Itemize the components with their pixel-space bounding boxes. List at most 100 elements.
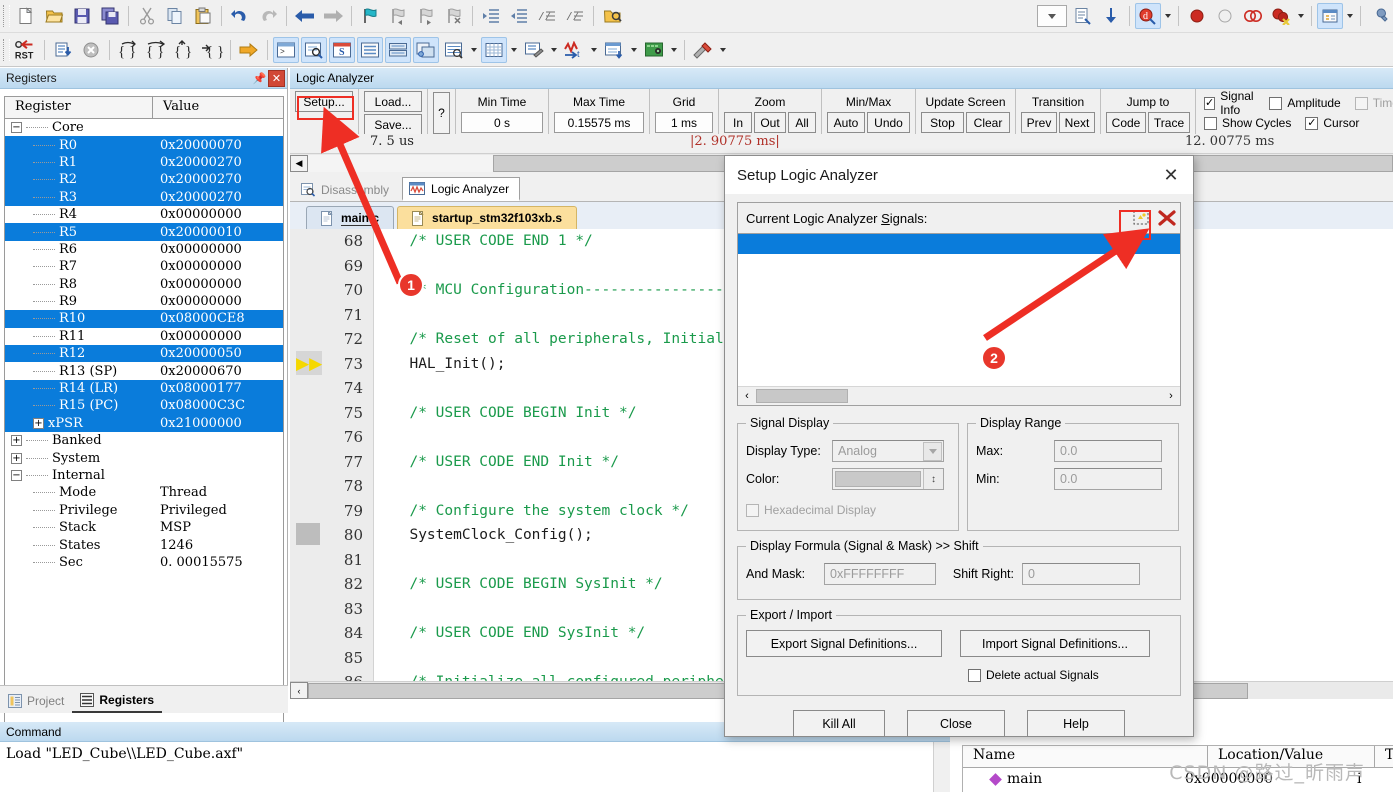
register-row[interactable]: R10 0x08000CE8 [5, 310, 283, 328]
expander-icon[interactable]: + [11, 452, 22, 464]
max-time-value[interactable]: 0.15575 ms [554, 112, 644, 133]
kill-all-button[interactable]: Kill All [793, 710, 885, 737]
toolbar-grip[interactable] [3, 38, 10, 61]
register-row[interactable]: R12 0x20000050 [5, 345, 283, 363]
internal-row[interactable]: Privilege Privileged [5, 502, 283, 519]
scroll-left-icon[interactable]: ◀ [290, 154, 308, 172]
expander-icon[interactable]: + [33, 417, 44, 429]
zoom-out-button[interactable]: Out [754, 112, 786, 133]
watch-window-icon[interactable] [413, 36, 439, 63]
color-picker[interactable]: ↕ [832, 468, 944, 490]
indent-icon[interactable] [478, 3, 504, 29]
open-file-icon[interactable] [41, 3, 67, 29]
color-spin-icon[interactable]: ↕ [923, 469, 943, 489]
paste-icon[interactable] [190, 3, 216, 29]
register-row[interactable]: R2 0x20000270 [5, 171, 283, 189]
bookmark-next-icon[interactable] [413, 3, 439, 29]
register-row[interactable]: + xPSR 0x21000000 [5, 414, 283, 433]
signal-info-checkbox-box[interactable]: ✓ [1204, 96, 1216, 110]
peripherals-dropdown-icon[interactable] [668, 37, 680, 63]
redo-icon[interactable] [255, 3, 281, 29]
file-tab-main-c[interactable]: main.c [306, 206, 395, 229]
run-to-cursor-icon[interactable]: { } [199, 37, 225, 63]
delete-actual-signals-checkbox-box[interactable] [968, 668, 981, 682]
new-file-icon[interactable] [13, 3, 39, 29]
expander-icon[interactable]: − [11, 122, 22, 134]
jump-code-button[interactable]: Code [1106, 112, 1146, 133]
register-row[interactable]: R15 (PC) 0x08000C3C [5, 397, 283, 415]
signals-list[interactable]: ‹ › [737, 234, 1181, 406]
register-row[interactable]: R7 0x00000000 [5, 258, 283, 275]
system-viewer-dropdown-icon[interactable] [628, 37, 640, 63]
registers-group[interactable]: + Banked [5, 432, 283, 449]
pin-icon[interactable]: 📌 [251, 70, 268, 87]
disable-breakpoint-icon[interactable] [1212, 3, 1238, 29]
serial-dropdown-icon[interactable] [508, 37, 520, 63]
minmax-auto-button[interactable]: Auto [827, 112, 865, 133]
register-row[interactable]: R8 0x00000000 [5, 276, 283, 293]
save-icon[interactable] [69, 3, 95, 29]
internal-row[interactable]: Mode Thread [5, 484, 283, 501]
expander-icon[interactable]: + [11, 435, 22, 447]
register-row[interactable]: R11 0x00000000 [5, 328, 283, 345]
signals-list-selected-row[interactable] [738, 234, 1180, 254]
trace-icon[interactable]: t [561, 37, 587, 63]
register-row[interactable]: R9 0x00000000 [5, 293, 283, 310]
signal-info-checkbox[interactable]: ✓ Signal Info [1204, 89, 1255, 117]
expander-icon[interactable]: − [11, 470, 22, 481]
transition-prev-button[interactable]: Prev [1021, 112, 1057, 133]
find-icon[interactable] [1070, 3, 1096, 29]
max-input[interactable]: 0.0 [1054, 440, 1162, 462]
copy-icon[interactable] [162, 3, 188, 29]
register-row[interactable]: R5 0x20000010 [5, 223, 283, 241]
grid-value[interactable]: 1 ms [655, 112, 713, 133]
configuration-wizard-icon[interactable] [1366, 3, 1392, 29]
shift-right-input[interactable]: 0 [1022, 563, 1140, 585]
comment-icon[interactable]: // [534, 3, 560, 29]
uncomment-icon[interactable]: // [562, 3, 588, 29]
amplitude-checkbox-box[interactable] [1269, 96, 1283, 110]
register-row[interactable]: R6 0x00000000 [5, 241, 283, 258]
chevron-down-icon[interactable] [923, 442, 942, 461]
debug-session-dropdown-icon[interactable] [1162, 3, 1174, 29]
debug-session-icon[interactable]: d [1135, 3, 1161, 29]
disable-all-breakpoints-icon[interactable] [1240, 3, 1266, 29]
run-icon[interactable] [50, 37, 76, 63]
registers-group-core[interactable]: − Core [5, 119, 283, 136]
cut-icon[interactable] [134, 3, 160, 29]
step-out-icon[interactable]: { } [171, 37, 197, 63]
registers-tree[interactable]: Register Value − Core R0 0x20000070 R1 0x2000… [4, 96, 284, 744]
editor-gutter[interactable]: ▶▶ 6869707172737475767778798081828384858… [290, 229, 374, 699]
amplitude-checkbox[interactable]: Amplitude [1269, 93, 1341, 113]
analysis-window-icon[interactable] [521, 37, 547, 63]
analysis-dropdown-icon[interactable] [548, 37, 560, 63]
registers-group[interactable]: + System [5, 449, 283, 466]
tools-icon[interactable] [690, 37, 716, 63]
register-row[interactable]: R14 (LR) 0x08000177 [5, 379, 283, 398]
bookmark-prev-icon[interactable] [385, 3, 411, 29]
registers-window-icon[interactable] [357, 36, 383, 63]
import-signal-definitions-button[interactable]: Import Signal Definitions... [960, 630, 1150, 657]
help-button[interactable]: Help [1027, 710, 1125, 737]
memory-window-icon[interactable] [441, 37, 467, 63]
serial-window-icon[interactable] [481, 36, 507, 63]
register-row[interactable]: R4 0x00000000 [5, 206, 283, 223]
load-button[interactable]: Load... [364, 91, 422, 112]
close-button[interactable]: Close [907, 710, 1005, 737]
close-icon[interactable]: ✕ [268, 69, 285, 87]
step-over-icon[interactable]: { } [143, 37, 169, 63]
tab-project[interactable]: Project [0, 689, 72, 713]
register-row[interactable]: R3 0x20000270 [5, 188, 283, 206]
zoom-in-button[interactable]: In [724, 112, 752, 133]
symbol-window-icon[interactable]: S [329, 36, 355, 63]
breakpoints-dropdown-icon[interactable] [1295, 3, 1307, 29]
tab-registers[interactable]: Registers [72, 689, 163, 713]
internal-row[interactable]: Sec 0. 00015575 [5, 554, 283, 571]
insert-bookmark-icon[interactable] [1098, 3, 1124, 29]
command-window-icon[interactable]: > [273, 36, 299, 63]
update-clear-button[interactable]: Clear [966, 112, 1010, 133]
help-button[interactable]: ? [433, 92, 450, 134]
internal-row[interactable]: Stack MSP [5, 519, 283, 536]
min-input[interactable]: 0.0 [1054, 468, 1162, 490]
tab-logic-analyzer[interactable]: Logic Analyzer [402, 177, 521, 201]
